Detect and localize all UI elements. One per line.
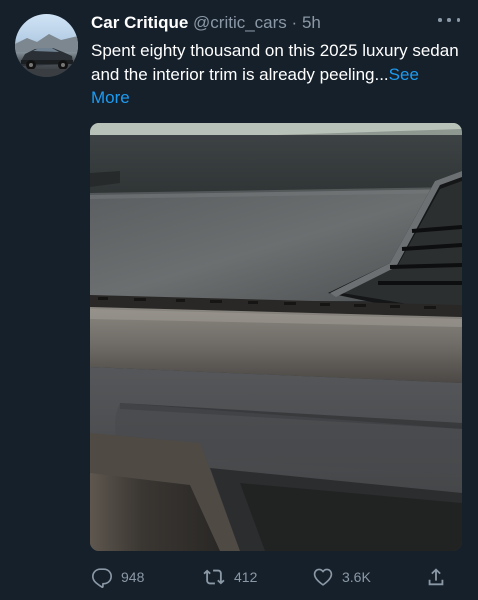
tweet[interactable]: Car Critique @critic_cars · 5h Spent eig… xyxy=(0,0,478,600)
heart-icon xyxy=(313,568,333,586)
reply-button[interactable]: 948 xyxy=(91,562,144,592)
reply-count: 948 xyxy=(121,569,145,585)
retweet-icon xyxy=(203,569,225,585)
more-horizontal-icon xyxy=(438,18,442,22)
more-dot xyxy=(456,18,460,22)
more-options-button[interactable] xyxy=(438,12,460,28)
share-button[interactable] xyxy=(425,562,447,592)
like-count: 3.6K xyxy=(342,569,371,585)
share-icon xyxy=(428,568,444,586)
author-name[interactable]: Car Critique xyxy=(91,13,188,32)
reply-icon xyxy=(92,568,112,588)
more-dot xyxy=(447,18,451,22)
avatar[interactable] xyxy=(15,14,78,77)
author-handle[interactable]: @critic_cars xyxy=(193,13,287,32)
tweet-text: Spent eighty thousand on this 2025 luxur… xyxy=(91,39,461,110)
retweet-button[interactable]: 412 xyxy=(202,562,257,592)
header-separator: · xyxy=(291,13,298,32)
like-button[interactable]: 3.6K xyxy=(312,562,371,592)
tweet-actions: 948 412 3.6K xyxy=(0,562,478,592)
tweet-media[interactable] xyxy=(90,123,462,551)
tweet-header: Car Critique @critic_cars · 5h xyxy=(91,12,321,34)
tweet-timestamp[interactable]: 5h xyxy=(302,13,321,32)
avatar-car-image xyxy=(15,34,78,77)
car-interior-photo xyxy=(90,123,462,551)
retweet-count: 412 xyxy=(234,569,258,585)
